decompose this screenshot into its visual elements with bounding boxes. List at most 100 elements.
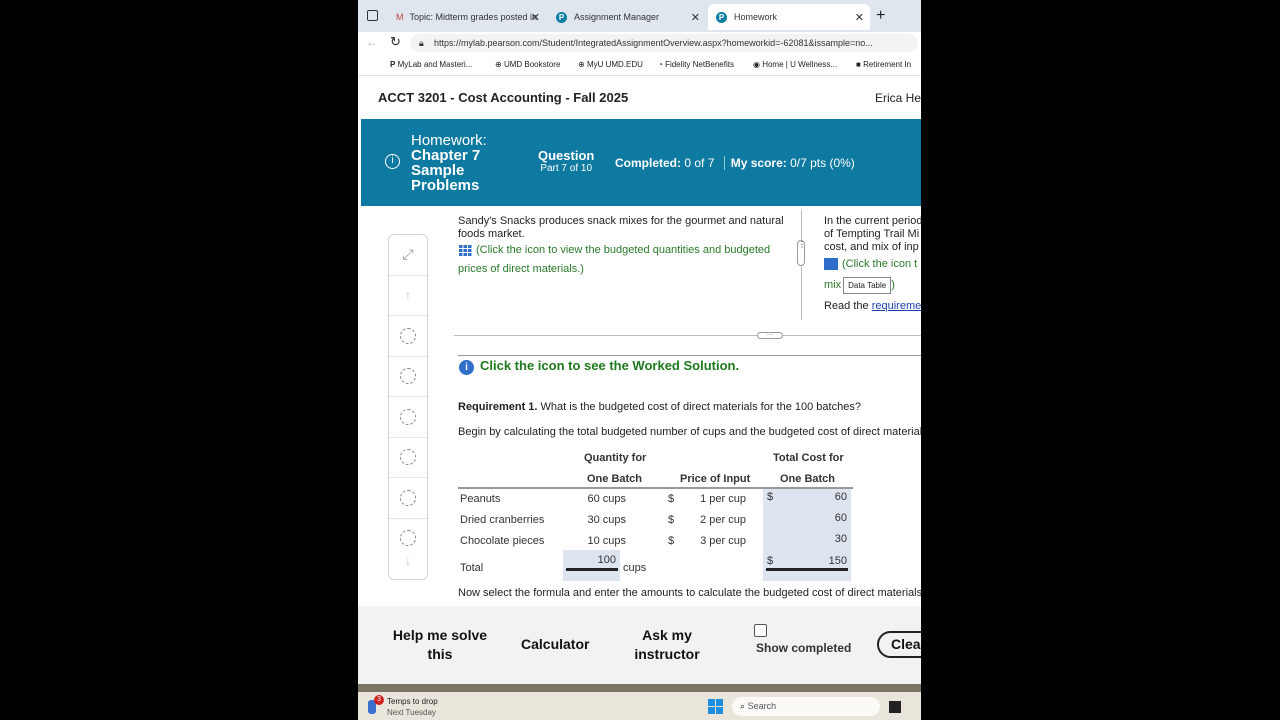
header-cost: One Batch (780, 473, 836, 485)
question-status[interactable] (389, 438, 427, 478)
question-status[interactable] (389, 397, 427, 438)
worked-solution-text: Click the icon to see the Worked Solutio… (480, 358, 740, 373)
close-icon[interactable]: ✕ (855, 11, 864, 24)
question-part: Part 7 of 10 (540, 163, 593, 174)
user-name[interactable]: Erica He (875, 91, 921, 105)
score-value: 0/7 pts (0%) (790, 156, 855, 170)
problem-text: Sandy's Snacks produces snack mixes for … (458, 215, 788, 279)
total-label: Total (460, 562, 484, 574)
desktop-wallpaper (358, 684, 921, 692)
bottom-toolbar: Help me solve this Calculator Ask my ins… (358, 606, 921, 684)
incomplete-icon (400, 449, 416, 466)
bookmark-1[interactable]: ⊕ UMD Bookstore (495, 60, 560, 69)
link-text: ) (891, 279, 895, 291)
progress-info: Completed: 0 of 7 My score: 0/7 pts (0%) (615, 156, 855, 170)
double-rule (766, 568, 848, 571)
table-icon (824, 258, 838, 271)
right-text: In the current period (824, 215, 921, 227)
bookmark-label: Home | U Wellness... (762, 60, 838, 69)
homework-title: Homework: Chapter 7 Sample Problems (411, 133, 487, 193)
taskbar-search[interactable]: ⌕ Search (732, 697, 880, 716)
bookmark-label: Retirement In (863, 60, 912, 69)
row-currency: $ (668, 535, 675, 547)
completed-value: 0 of 7 (684, 156, 715, 170)
bookmarks-bar: P MyLab and Masteri... ⊕ UMD Bookstore ⊕… (358, 54, 921, 76)
data-table-link[interactable]: (Click the icon to view the budgeted qua… (458, 244, 770, 275)
question-status[interactable] (389, 478, 427, 519)
tab-label: Assignment Manager (574, 12, 660, 22)
row-price: 1 per cup (700, 493, 746, 505)
bookmark-3[interactable]: ◔ Fidelity NetBenefits (658, 60, 734, 69)
bookmark-5[interactable]: ■ Retirement In (856, 60, 911, 69)
ask-instructor-button[interactable]: Ask my instructor (626, 626, 708, 664)
requirements-link[interactable]: requireme (872, 300, 921, 312)
score-label: My score: (730, 156, 787, 170)
data-table-link-2[interactable]: (Click the icon t (824, 258, 921, 271)
sidebar-toggle-icon[interactable] (367, 10, 378, 21)
tab-assignment-manager[interactable]: P Assignment Manager ✕ (548, 4, 706, 30)
tooltip: Data Table (843, 277, 892, 294)
total-currency: $ (767, 555, 774, 567)
bookmark-label: MyLab and Masteri... (397, 60, 473, 69)
task-view-icon[interactable] (889, 701, 901, 713)
header-qty: Quantity for (584, 452, 647, 464)
row-cost: 60 (834, 491, 847, 503)
row-price: 2 per cup (700, 514, 746, 526)
pearson-icon: P (556, 11, 567, 23)
double-rule (566, 568, 618, 571)
weather-title[interactable]: Temps to drop (387, 697, 438, 706)
link-text: (Click the icon t (842, 258, 918, 270)
help-me-solve-button[interactable]: Help me solve this (388, 626, 492, 664)
completed-label: Completed: (615, 156, 681, 170)
arrow-down-icon[interactable]: ↓ (405, 552, 412, 568)
worked-solution-link[interactable]: i Click the icon to see the Worked Soluti… (459, 358, 739, 375)
row-price: 3 per cup (700, 535, 746, 547)
tab-homework[interactable]: P Homework ✕ (708, 4, 870, 30)
table-icon (458, 244, 472, 257)
splitter-handle[interactable]: ··· (757, 332, 783, 339)
right-text: cost, and mix of inp (824, 241, 919, 253)
row-qty: 60 cups (587, 493, 626, 505)
right-text: of Tempting Trail Mi (824, 228, 920, 240)
notification-badge: 3 (374, 695, 384, 705)
bookmark-4[interactable]: ◉ Home | U Wellness... (753, 60, 837, 69)
windows-start-icon[interactable] (708, 699, 723, 714)
expand-icon[interactable]: ⤢ (389, 235, 427, 276)
total-cost: 150 (828, 555, 847, 567)
incomplete-icon (400, 408, 416, 425)
reload-icon[interactable]: ↻ (390, 34, 401, 50)
row-name: Dried cranberries (460, 514, 545, 526)
incomplete-icon (400, 368, 416, 385)
bookmark-0[interactable]: P MyLab and Masteri... (390, 60, 472, 69)
url-input[interactable]: 🔒︎ https://mylab.pearson.com/Student/Inte… (410, 34, 918, 52)
pane-resize-handle[interactable]: ⋮ (797, 240, 806, 266)
tab-topic[interactable]: M Topic: Midterm grades posted in ✕ (388, 4, 546, 30)
data-table-link-text: (Click the icon to view the budgeted qua… (458, 244, 771, 275)
bookmark-2[interactable]: ⊕ MyU UMD.EDU (578, 60, 643, 69)
row-name: Chocolate pieces (460, 535, 545, 547)
clear-button[interactable]: Clear (877, 631, 921, 658)
homework-label: Homework: (411, 132, 487, 149)
arrow-up-icon[interactable]: ↑ (389, 276, 427, 316)
question-status[interactable]: ↓ (389, 519, 427, 579)
header-qty: One Batch (587, 473, 643, 485)
back-icon[interactable]: ← (366, 35, 378, 49)
close-icon[interactable]: ✕ (691, 11, 700, 24)
close-icon[interactable]: ✕ (531, 11, 540, 24)
calculator-button[interactable]: Calculator (521, 636, 589, 652)
row-name: Peanuts (460, 493, 501, 505)
show-completed-checkbox[interactable] (754, 624, 767, 637)
instruction-text: Begin by calculating the total budgeted … (458, 426, 921, 438)
question-content: ⤢ ↑ ↓ Sandy's Snacks produces snack mixe… (358, 206, 921, 606)
question-status[interactable] (389, 316, 427, 357)
homework-banner: i Homework: Chapter 7 Sample Problems Qu… (361, 119, 921, 206)
address-bar: ← ↻ 🔒︎ https://mylab.pearson.com/Student/… (358, 32, 921, 54)
info-icon[interactable]: i (385, 154, 400, 169)
course-title: ACCT 3201 - Cost Accounting - Fall 2025 (378, 90, 629, 105)
tab-label: Homework (734, 12, 778, 22)
taskbar: 3 Temps to drop Next Tuesday ⌕ Search (358, 692, 921, 720)
incomplete-icon (400, 489, 416, 506)
course-header: ACCT 3201 - Cost Accounting - Fall 2025 … (358, 76, 921, 119)
new-tab-icon[interactable]: + (876, 7, 885, 25)
question-status[interactable] (389, 357, 427, 397)
